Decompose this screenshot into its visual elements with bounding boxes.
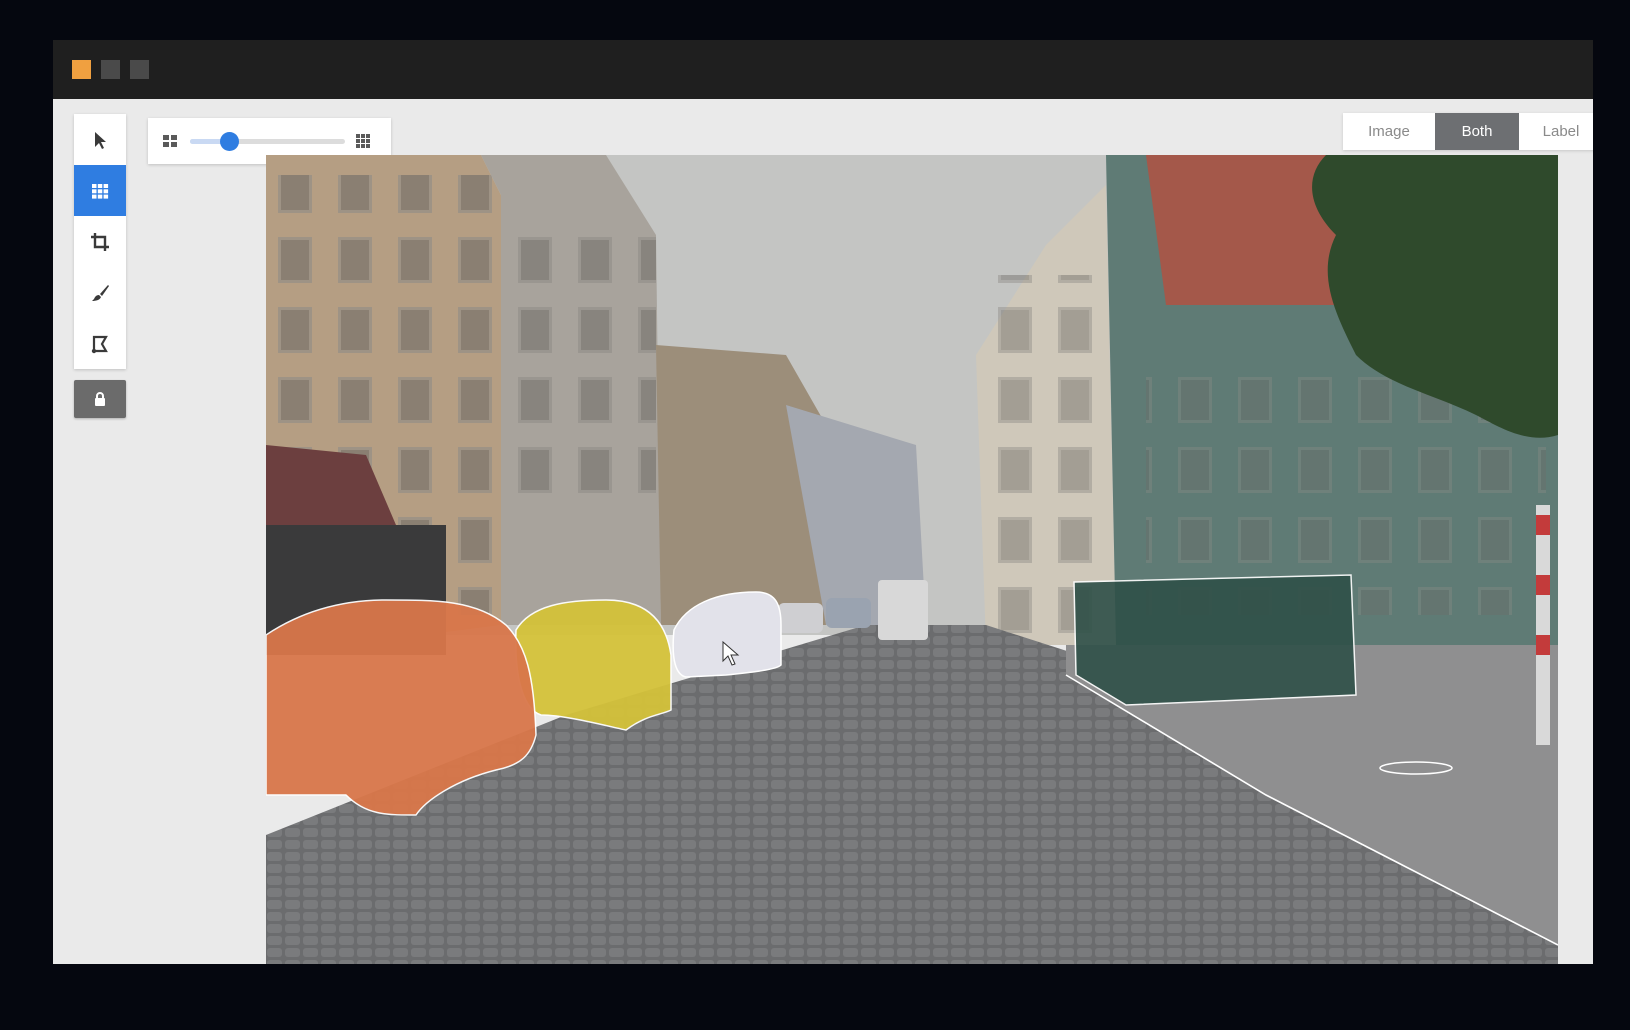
select-tool-button[interactable]	[74, 114, 126, 165]
view-mode-toggle: Image Both Label	[1343, 113, 1593, 150]
app-window: Image Both Label	[53, 40, 1593, 964]
street-scene-image	[266, 155, 1558, 964]
lock-icon	[95, 392, 105, 406]
small-grid-icon	[163, 135, 177, 147]
title-bar	[53, 40, 1593, 99]
polygon-tool-button[interactable]	[74, 318, 126, 369]
brush-icon	[92, 284, 109, 301]
view-image-button[interactable]: Image	[1343, 113, 1435, 150]
view-label-button[interactable]: Label	[1519, 113, 1593, 150]
lock-button[interactable]	[74, 380, 126, 418]
grid-icon	[92, 183, 109, 199]
zoom-slider-thumb[interactable]	[220, 132, 239, 151]
van-distant	[878, 580, 928, 640]
crop-icon	[91, 232, 109, 251]
crop-tool-button[interactable]	[74, 216, 126, 267]
polygon-icon	[91, 335, 108, 353]
large-grid-icon	[356, 134, 370, 148]
zoom-slider[interactable]	[190, 132, 345, 151]
barrier-pole	[1536, 505, 1550, 745]
window-button-gray-2[interactable]	[130, 60, 149, 79]
pointer-icon	[95, 131, 106, 149]
window-button-gray[interactable]	[101, 60, 120, 79]
view-both-button[interactable]: Both	[1435, 113, 1519, 150]
wall-segment-dark	[1073, 574, 1357, 706]
window-button-orange[interactable]	[72, 60, 91, 79]
brush-tool-button[interactable]	[74, 267, 126, 318]
grid-tool-button[interactable]	[74, 165, 126, 216]
car-yellow-segment	[515, 599, 672, 731]
tool-palette	[74, 114, 126, 369]
annotation-canvas[interactable]	[266, 155, 1558, 964]
